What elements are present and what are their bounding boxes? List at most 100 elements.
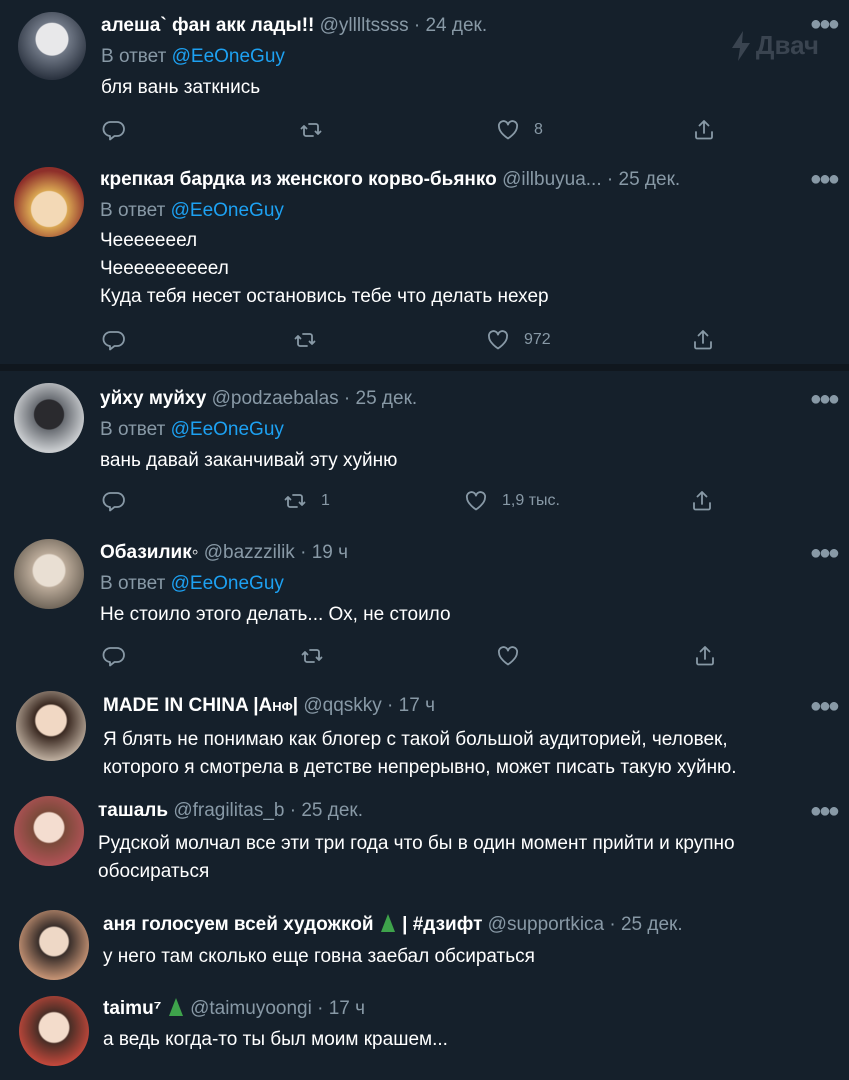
reply-icon — [102, 328, 126, 352]
tweet-header: Обазилик◦ @bazzzilik · 19 ч — [100, 541, 348, 565]
heart-icon — [496, 118, 520, 142]
display-name[interactable]: ташаль — [98, 800, 168, 821]
retweet-icon — [283, 489, 307, 513]
reply-button[interactable] — [102, 642, 126, 670]
tweet-text: Рудской молчал все эти три года что бы в… — [98, 830, 735, 886]
tweet[interactable]: taimu⁷ @taimuyoongi · 17 ч а ведь когда-… — [0, 992, 849, 1080]
tweet-line: Я блять не понимаю как блогер с такой бо… — [103, 729, 728, 750]
handle-and-time[interactable]: @taimuyoongi · 17 ч — [190, 998, 365, 1019]
reply-prefix: В ответ — [100, 419, 166, 440]
share-icon — [691, 328, 715, 352]
reply-context: В ответ @EeOneGuy — [100, 199, 284, 223]
like-count: 8 — [534, 121, 543, 138]
reply-to-link[interactable]: @EeOneGuy — [171, 573, 284, 594]
retweet-button[interactable] — [293, 326, 331, 354]
retweet-button[interactable] — [300, 642, 324, 670]
retweet-button[interactable]: 1 — [283, 487, 330, 515]
heart-icon — [464, 489, 488, 513]
tweet-line: вань давай заканчивай эту хуйню — [100, 450, 398, 471]
avatar[interactable] — [14, 167, 84, 237]
retweet-icon — [300, 644, 324, 668]
reply-button[interactable] — [102, 487, 126, 515]
tweet[interactable]: аня голосуем всей художкой | #дзифт @sup… — [0, 902, 849, 992]
display-name[interactable]: алеша` фан акк лады!! — [101, 15, 314, 36]
display-name[interactable]: уйху муйху — [100, 388, 206, 409]
like-button[interactable]: 1,9 тыс. — [464, 487, 560, 515]
like-button[interactable] — [496, 642, 520, 670]
avatar[interactable] — [14, 796, 84, 866]
tweet-header: алеша` фан акк лады!! @ylllltssss · 24 д… — [101, 14, 487, 38]
share-button[interactable] — [690, 487, 714, 515]
handle-and-time[interactable]: @fragilitas_b · 25 дек. — [173, 800, 363, 821]
handle-and-time[interactable]: @supportkica · 25 дек. — [488, 914, 683, 935]
reply-to-link[interactable]: @EeOneGuy — [171, 200, 284, 221]
reply-to-link[interactable]: @EeOneGuy — [171, 419, 284, 440]
handle-and-time[interactable]: @bazzzilik · 19 ч — [204, 542, 348, 563]
like-button[interactable]: 972 — [486, 326, 551, 354]
avatar[interactable] — [19, 996, 89, 1066]
christmas-tree-icon — [168, 998, 183, 1016]
tweet-text: у него там сколько еще говна заебал обси… — [103, 943, 535, 971]
display-name[interactable]: крепкая бардка из женского корво-бьянко — [100, 169, 497, 190]
tweet-header: MADE IN CHINA |Анф| @qqskky · 17 ч — [103, 694, 435, 718]
christmas-tree-icon — [380, 914, 395, 932]
retweet-icon — [299, 118, 323, 142]
avatar[interactable] — [19, 910, 89, 980]
retweet-button[interactable] — [299, 116, 337, 144]
like-button[interactable]: 8 — [496, 116, 543, 144]
tweet-text: бля вань заткнись — [101, 74, 260, 102]
tweet-text: а ведь когда-то ты был моим крашем... — [103, 1026, 448, 1054]
tweet-header: аня голосуем всей художкой | #дзифт @sup… — [103, 913, 683, 937]
share-button[interactable] — [691, 326, 715, 354]
tweet[interactable]: Обазилик◦ @bazzzilik · 19 ч ●●● В ответ … — [0, 531, 849, 681]
tweet-line: которого я смотрела в детстве непрерывно… — [103, 757, 737, 778]
reply-to-link[interactable]: @EeOneGuy — [172, 46, 285, 67]
reply-icon — [102, 489, 126, 513]
retweet-count: 1 — [321, 492, 330, 509]
handle-and-time[interactable]: @qqskky · 17 ч — [303, 695, 435, 716]
reply-button[interactable] — [102, 116, 126, 144]
handle-and-time[interactable]: @illbuyua... · 25 дек. — [502, 169, 680, 190]
share-button[interactable] — [693, 642, 717, 670]
reply-context: В ответ @EeOneGuy — [101, 45, 285, 69]
more-options-icon[interactable]: ●●● — [810, 169, 840, 189]
tweet-header: уйху муйху @podzaebalas · 25 дек. — [100, 387, 417, 411]
reply-prefix: В ответ — [100, 573, 166, 594]
avatar[interactable] — [14, 539, 84, 609]
handle-and-time[interactable]: @ylllltssss · 24 дек. — [320, 15, 488, 36]
more-options-icon[interactable]: ●●● — [810, 696, 840, 716]
avatar[interactable] — [16, 691, 86, 761]
avatar[interactable] — [18, 12, 86, 80]
display-name[interactable]: taimu⁷ — [103, 998, 162, 1019]
more-options-icon[interactable]: ●●● — [810, 14, 840, 34]
tweet-line: Чееееееел — [100, 230, 198, 251]
share-button[interactable] — [692, 116, 716, 144]
display-name[interactable]: аня голосуем всей художкой — [103, 914, 374, 935]
tweet[interactable]: ташаль @fragilitas_b · 25 дек. ●●● Рудск… — [0, 788, 849, 902]
display-name[interactable]: Обазилик◦ — [100, 542, 198, 563]
tweet-line: а ведь когда-то ты был моим крашем... — [103, 1029, 448, 1050]
reply-prefix: В ответ — [100, 200, 166, 221]
like-count: 972 — [524, 331, 551, 348]
tweet-text: Не стоило этого делать... Ох, не стоило — [100, 601, 451, 629]
tweet-line: Куда тебя несет остановись тебе что дела… — [100, 286, 549, 307]
more-options-icon[interactable]: ●●● — [810, 543, 840, 563]
tweet-line: обосираться — [98, 861, 210, 882]
reply-button[interactable] — [102, 326, 126, 354]
tweet-line: Рудской молчал все эти три года что бы в… — [98, 833, 735, 854]
tweet[interactable]: алеша` фан акк лады!! @ylllltssss · 24 д… — [0, 0, 849, 165]
more-options-icon[interactable]: ●●● — [810, 389, 840, 409]
tweet[interactable]: крепкая бардка из женского корво-бьянко … — [0, 165, 849, 365]
tweet[interactable]: MADE IN CHINA |Анф| @qqskky · 17 ч ●●● Я… — [0, 681, 849, 788]
like-count: 1,9 тыс. — [502, 492, 560, 509]
share-icon — [692, 118, 716, 142]
reply-icon — [102, 118, 126, 142]
share-icon — [690, 489, 714, 513]
tweet[interactable]: уйху муйху @podzaebalas · 25 дек. ●●● В … — [0, 371, 849, 531]
avatar[interactable] — [14, 383, 84, 453]
more-options-icon[interactable]: ●●● — [810, 801, 840, 821]
display-name-tag[interactable]: | #дзифт — [402, 914, 482, 935]
handle-and-time[interactable]: @podzaebalas · 25 дек. — [212, 388, 418, 409]
display-name[interactable]: MADE IN CHINA |Анф| — [103, 695, 298, 716]
tweet-text: Чееееееел Чеееееееееел Куда тебя несет о… — [100, 227, 549, 311]
